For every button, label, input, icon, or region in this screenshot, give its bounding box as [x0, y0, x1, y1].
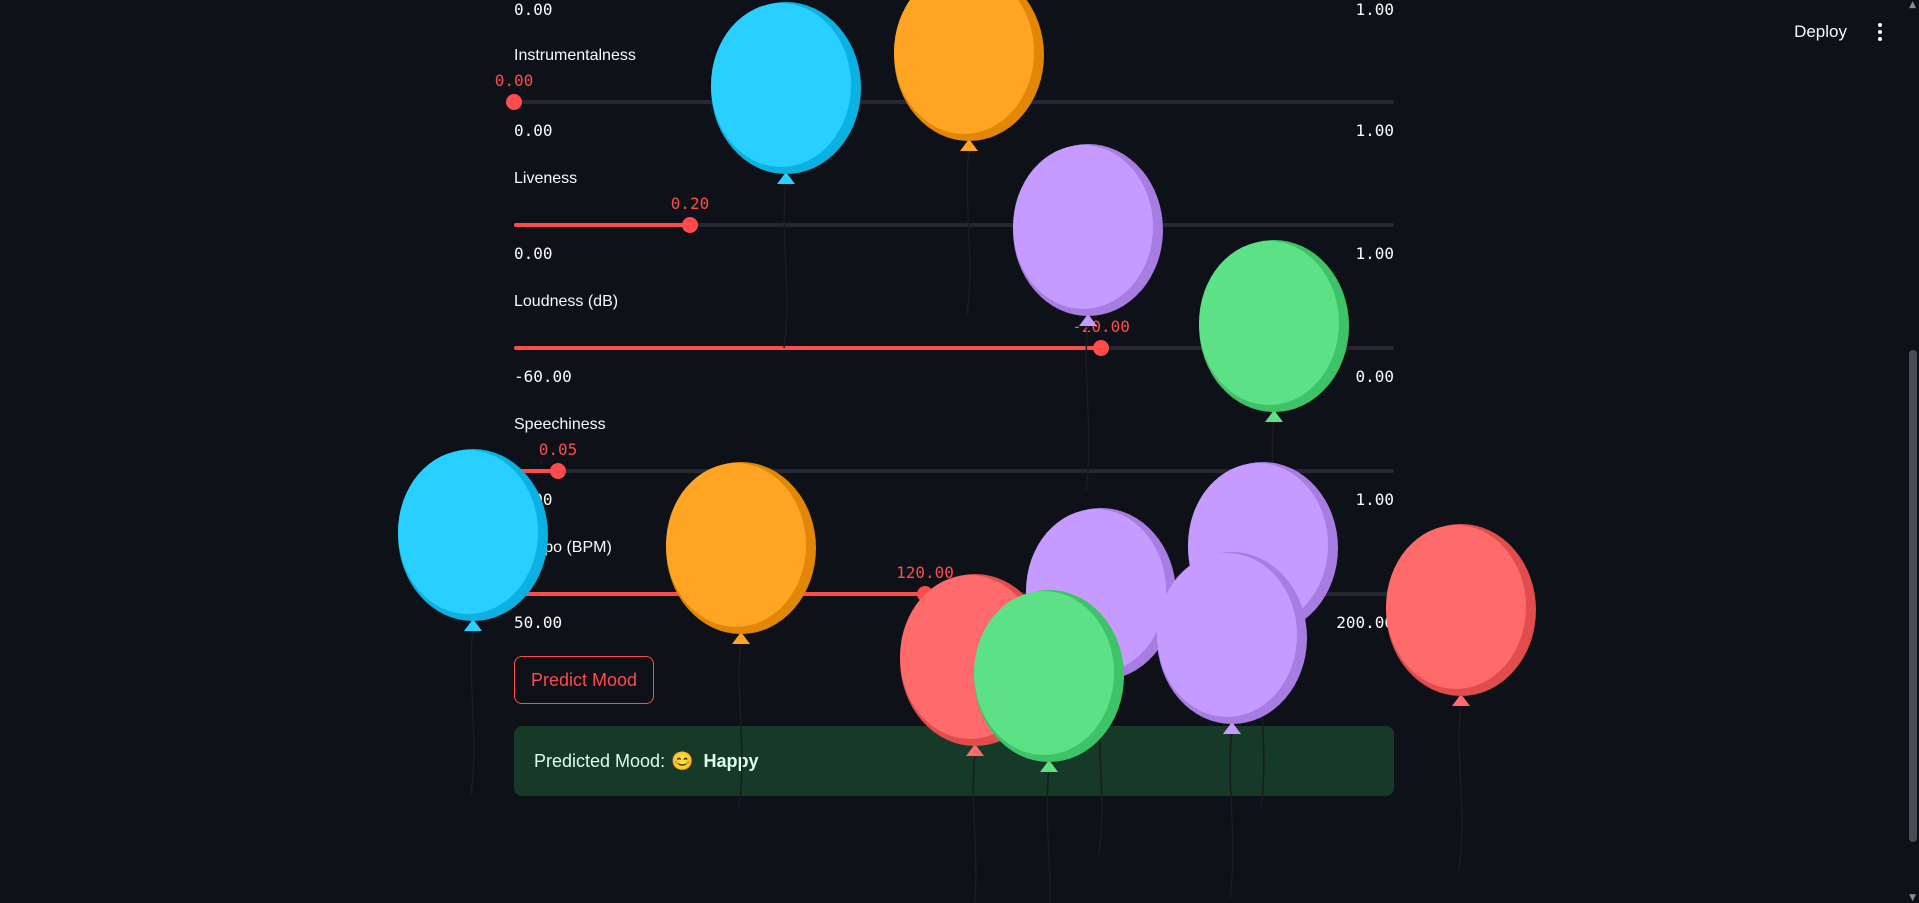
slider-instrumentalness: Instrumentalness 0.00 0.00 1.00 [495, 45, 1394, 168]
slider-value: 0.05 [538, 440, 578, 459]
slider-speechiness: Speechiness 0.05 0.00 1.00 [514, 414, 1394, 537]
top-toolbar: Deploy [1784, 0, 1919, 64]
slider-min: 50.00 [514, 613, 563, 632]
smile-emoji-icon: 😊 [671, 750, 694, 771]
slider-track[interactable] [514, 586, 1394, 602]
deploy-button[interactable]: Deploy [1784, 16, 1857, 48]
slider-fill [514, 592, 925, 596]
slider-loudness: Loudness (dB) -20.00 -60.00 0.00 [514, 291, 1394, 414]
slider-thumb[interactable] [1093, 340, 1109, 356]
result-mood: Happy [703, 750, 759, 771]
slider-thumb[interactable] [506, 94, 522, 110]
slider-thumb[interactable] [550, 463, 566, 479]
slider-label: Loudness (dB) [514, 293, 619, 310]
slider-max: 0.00 [1355, 367, 1394, 386]
slider-track[interactable] [514, 340, 1394, 356]
slider-value: 0.00 [494, 71, 534, 90]
slider-min: 0.00 [514, 121, 553, 140]
slider-liveness: Liveness 0.20 0.00 1.00 [514, 168, 1394, 291]
slider-min: 0.00 [514, 0, 553, 19]
slider-min: 0.00 [514, 490, 553, 509]
slider-max: 1.00 [1355, 244, 1394, 263]
slider-min: 0.00 [514, 244, 553, 263]
prediction-result: Predicted Mood: 😊 Happy [514, 726, 1394, 796]
slider-label: Speechiness [514, 416, 606, 433]
slider-value: 120.00 [896, 563, 954, 582]
kebab-menu-icon[interactable] [1871, 19, 1889, 45]
slider-thumb[interactable] [682, 217, 698, 233]
slider-tempo: Tempo (BPM) 120.00 50.00 200.00 [514, 537, 1394, 660]
balloon-icon [1386, 524, 1536, 871]
slider-label: Liveness [514, 170, 578, 187]
slider-label: Tempo (BPM) [514, 539, 612, 556]
result-prefix: Predicted Mood: [534, 750, 666, 771]
slider-fill [514, 346, 1101, 350]
slider-max: 1.00 [1355, 0, 1394, 19]
slider-value: 0.20 [670, 194, 710, 213]
slider-label: Instrumentalness [514, 47, 636, 64]
slider-max: 1.00 [1355, 121, 1394, 140]
slider-track[interactable] [514, 463, 1394, 479]
slider-track[interactable] [506, 94, 1394, 110]
scroll-up-icon[interactable]: ▲ [1909, 0, 1916, 10]
predict-mood-button[interactable]: Predict Mood [514, 656, 655, 704]
slider-min: -60.00 [514, 367, 572, 386]
slider-fill [514, 223, 690, 227]
scroll-down-icon[interactable]: ▼ [1909, 893, 1916, 903]
slider-max: 1.00 [1355, 490, 1394, 509]
slider-value: -20.00 [1072, 317, 1130, 336]
slider-track[interactable] [514, 217, 1394, 233]
slider-max: 200.00 [1336, 613, 1394, 632]
scrollbar-thumb[interactable] [1909, 350, 1917, 842]
slider-thumb[interactable] [917, 586, 933, 602]
